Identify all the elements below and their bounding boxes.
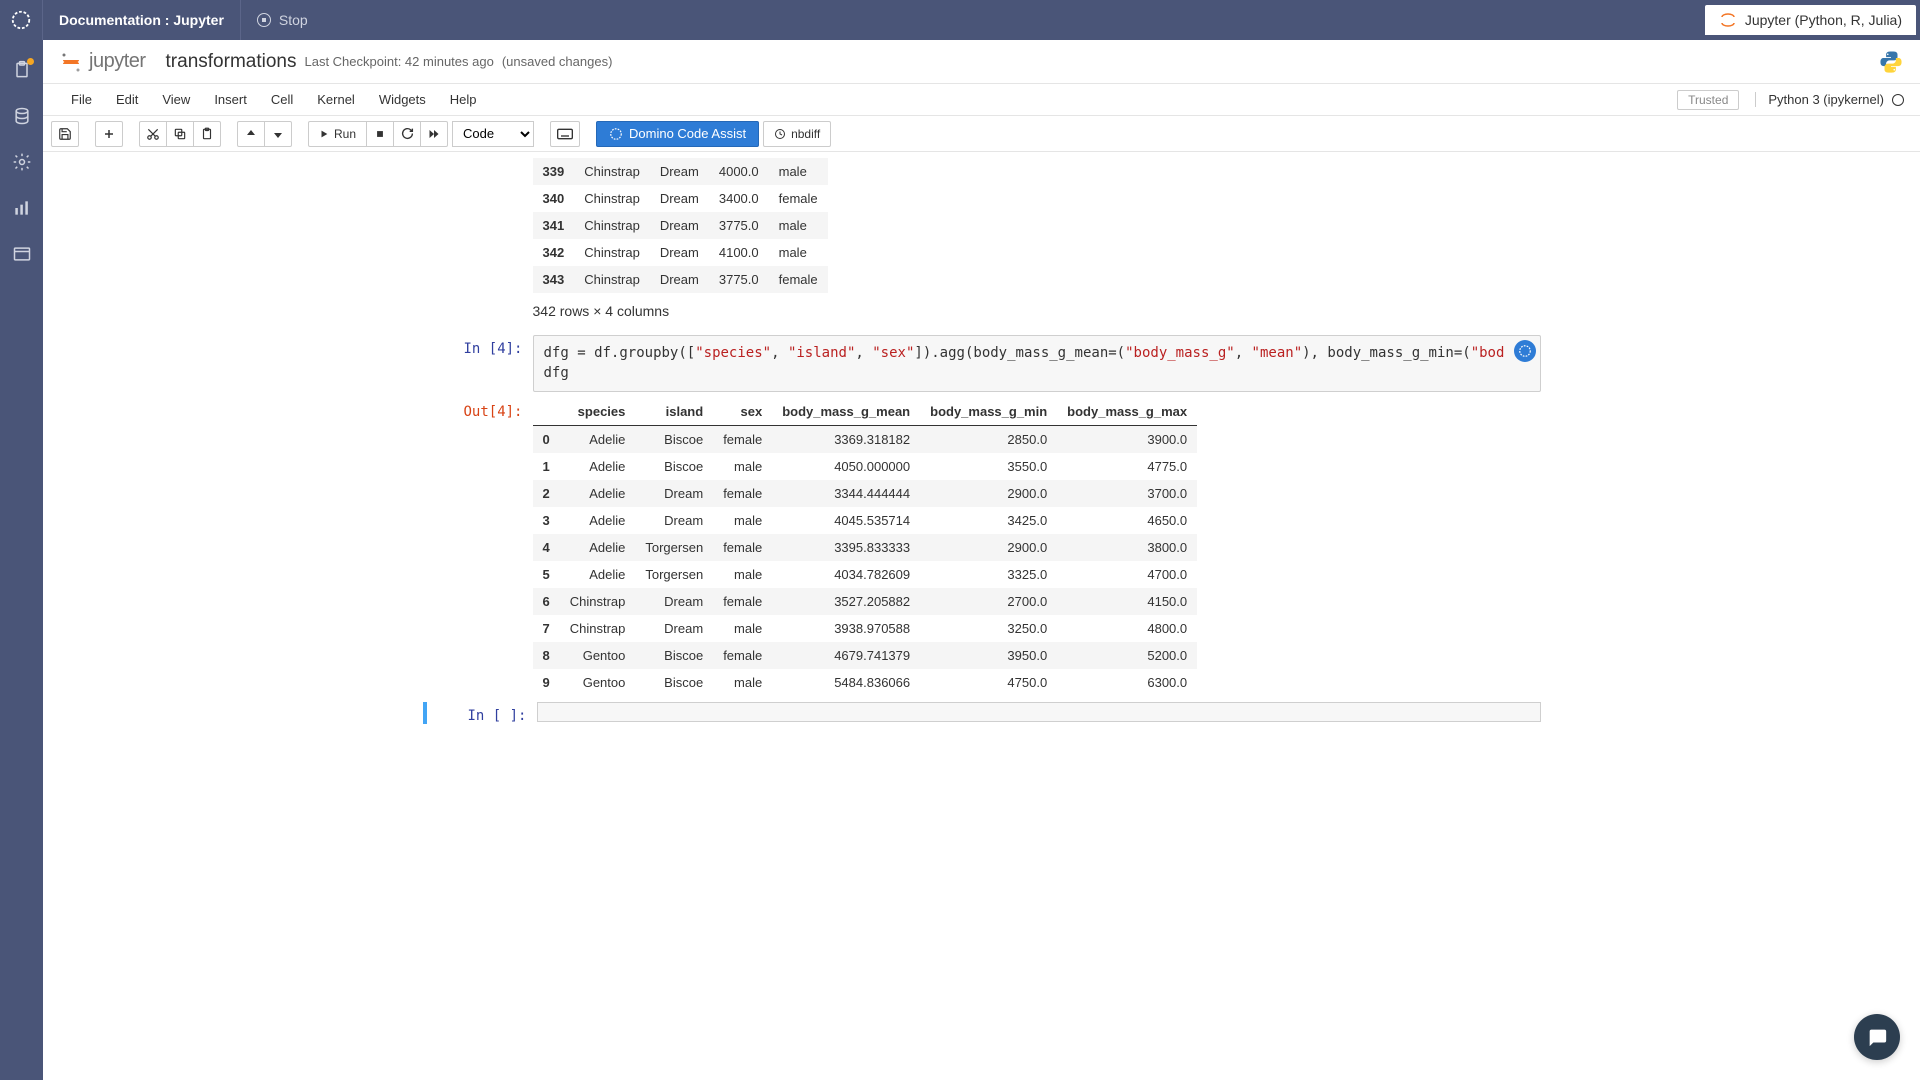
unsaved-text: (unsaved changes) (502, 54, 613, 69)
trusted-badge[interactable]: Trusted (1677, 90, 1739, 110)
chart-icon[interactable] (12, 198, 32, 218)
python-logo-icon (1878, 49, 1904, 75)
notebook-title[interactable]: transformations (166, 51, 297, 73)
stop-workspace-button[interactable]: Stop (240, 0, 324, 40)
dataframe-summary: 342 rows × 4 columns (533, 303, 1541, 319)
window-icon[interactable] (12, 244, 32, 264)
cut-button[interactable] (139, 121, 167, 147)
stop-label: Stop (279, 12, 308, 28)
run-label: Run (334, 127, 356, 141)
assist-spinner-icon (609, 127, 623, 141)
menu-help[interactable]: Help (438, 92, 489, 107)
menu-widgets[interactable]: Widgets (367, 92, 438, 107)
kernel-indicator[interactable]: Python 3 (ipykernel) (1755, 92, 1904, 107)
left-nav-rail (0, 40, 43, 1080)
table-row: 343ChinstrapDream3775.0female (533, 266, 828, 293)
save-button[interactable] (51, 121, 79, 147)
out-prompt: Out[4]: (423, 398, 533, 696)
notebook-body[interactable]: 339ChinstrapDream4000.0male340ChinstrapD… (43, 152, 1920, 1080)
chat-icon (1866, 1026, 1888, 1048)
code-cell-empty[interactable]: In [ ]: (423, 702, 1541, 724)
toolbar: Run Code Domino Code Assist nbdiff (43, 116, 1920, 152)
nbdiff-label: nbdiff (791, 127, 820, 141)
output-cell: Out[4]: speciesislandsexbody_mass_g_mean… (423, 398, 1541, 696)
table-row: 2AdelieDreamfemale3344.4444442900.03700.… (533, 480, 1198, 507)
chat-launcher-button[interactable] (1854, 1014, 1900, 1060)
notebook-main: jupyter transformations Last Checkpoint:… (43, 40, 1920, 1080)
menu-edit[interactable]: Edit (104, 92, 150, 107)
menu-insert[interactable]: Insert (202, 92, 259, 107)
menu-view[interactable]: View (150, 92, 202, 107)
table-row: 340ChinstrapDream3400.0female (533, 185, 828, 212)
menu-bar: File Edit View Insert Cell Kernel Widget… (43, 84, 1920, 116)
jupyter-wordmark: jupyter (89, 50, 146, 73)
in-prompt: In [ ]: (427, 702, 537, 724)
table-row: 342ChinstrapDream4100.0male (533, 239, 828, 266)
stop-icon (257, 13, 271, 27)
paste-button[interactable] (193, 121, 221, 147)
menu-file[interactable]: File (59, 92, 104, 107)
run-button[interactable]: Run (308, 121, 367, 147)
code-cell[interactable]: In [4]: dfg = df.groupby(["species", "is… (423, 335, 1541, 392)
move-up-button[interactable] (237, 121, 265, 147)
restart-run-all-button[interactable] (420, 121, 448, 147)
dataframe-table: speciesislandsexbody_mass_g_meanbody_mas… (533, 398, 1198, 696)
kernel-name-label: Python 3 (ipykernel) (1768, 92, 1884, 107)
table-row: 339ChinstrapDream4000.0male (533, 158, 828, 185)
jupyter-logo[interactable]: jupyter (59, 50, 146, 74)
menu-kernel[interactable]: Kernel (305, 92, 367, 107)
table-row: 3AdelieDreammale4045.5357143425.04650.0 (533, 507, 1198, 534)
add-cell-button[interactable] (95, 121, 123, 147)
gear-icon[interactable] (12, 152, 32, 172)
interrupt-button[interactable] (366, 121, 394, 147)
code-input[interactable] (537, 702, 1541, 722)
output-cell-fragment: 339ChinstrapDream4000.0male340ChinstrapD… (423, 158, 1541, 329)
breadcrumb: Documentation : Jupyter (43, 12, 240, 28)
environment-tab-label: Jupyter (Python, R, Julia) (1745, 12, 1902, 28)
nbdiff-button[interactable]: nbdiff (763, 121, 831, 147)
checkpoint-text: Last Checkpoint: 42 minutes ago (304, 54, 493, 69)
table-row: 6ChinstrapDreamfemale3527.2058822700.041… (533, 588, 1198, 615)
clipboard-icon[interactable] (12, 60, 32, 80)
table-row: 0AdelieBiscoefemale3369.3181822850.03900… (533, 426, 1198, 454)
code-assist-badge-icon[interactable] (1514, 340, 1536, 362)
command-palette-button[interactable] (550, 121, 580, 147)
table-row: 7ChinstrapDreammale3938.9705883250.04800… (533, 615, 1198, 642)
copy-button[interactable] (166, 121, 194, 147)
kernel-status-icon (1892, 94, 1904, 106)
restart-button[interactable] (393, 121, 421, 147)
table-row: 8GentooBiscoefemale4679.7413793950.05200… (533, 642, 1198, 669)
table-row: 1AdelieBiscoemale4050.0000003550.04775.0 (533, 453, 1198, 480)
in-prompt: In [4]: (423, 335, 533, 392)
dataframe-table: 339ChinstrapDream4000.0male340ChinstrapD… (533, 158, 828, 293)
app-top-bar: Documentation : Jupyter Stop Jupyter (Py… (0, 0, 1920, 40)
environment-tab[interactable]: Jupyter (Python, R, Julia) (1705, 5, 1916, 35)
table-row: 341ChinstrapDream3775.0male (533, 212, 828, 239)
play-icon (319, 129, 329, 139)
cell-type-select[interactable]: Code (452, 121, 534, 147)
platform-logo-icon[interactable] (0, 0, 43, 40)
clock-icon (774, 128, 786, 140)
menu-cell[interactable]: Cell (259, 92, 305, 107)
domino-code-assist-button[interactable]: Domino Code Assist (596, 121, 759, 147)
code-input[interactable]: dfg = df.groupby(["species", "island", "… (533, 335, 1541, 392)
notebook-header: jupyter transformations Last Checkpoint:… (43, 40, 1920, 84)
jupyter-icon (1719, 11, 1737, 29)
move-down-button[interactable] (264, 121, 292, 147)
database-icon[interactable] (12, 106, 32, 126)
table-row: 4AdelieTorgersenfemale3395.8333332900.03… (533, 534, 1198, 561)
table-row: 5AdelieTorgersenmale4034.7826093325.0470… (533, 561, 1198, 588)
domino-label: Domino Code Assist (629, 126, 746, 141)
table-row: 9GentooBiscoemale5484.8360664750.06300.0 (533, 669, 1198, 696)
